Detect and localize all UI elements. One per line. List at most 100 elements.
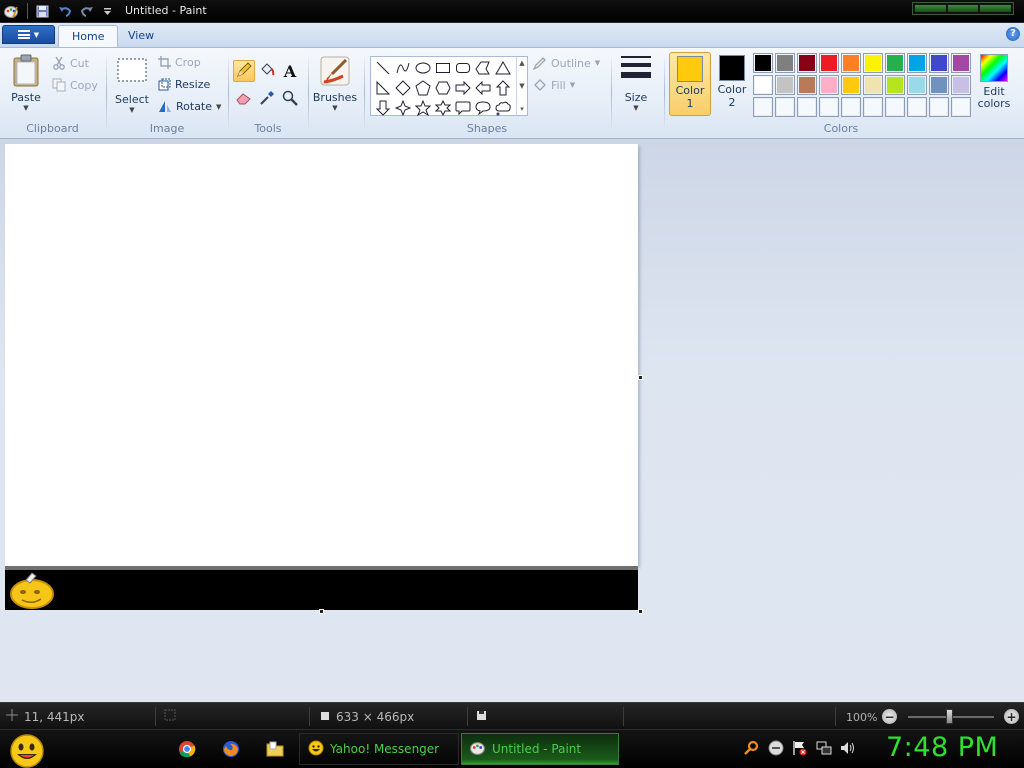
color2-button[interactable]: Color 2 — [713, 52, 751, 116]
start-button[interactable] — [8, 732, 46, 768]
shape-rounded-callout[interactable] — [453, 98, 473, 118]
volume-icon[interactable] — [840, 740, 856, 759]
shape-rounded-rectangle[interactable] — [453, 58, 473, 78]
cloud-callout-icon — [495, 101, 511, 116]
taskbar-yahoo-messenger[interactable]: Yahoo! Messenger — [299, 733, 459, 765]
drawing-canvas[interactable] — [5, 144, 638, 566]
shape-oval[interactable] — [413, 58, 433, 78]
folder-icon[interactable] — [265, 739, 285, 759]
color1-button[interactable]: Color 1 — [669, 52, 711, 116]
palette-color-swatch[interactable] — [841, 75, 861, 95]
messenger-status-icon[interactable] — [768, 740, 784, 759]
palette-color-swatch[interactable] — [775, 75, 795, 95]
zoom-in-button[interactable]: + — [1004, 709, 1019, 724]
resize-handle-bottom[interactable] — [319, 609, 324, 614]
palette-color-swatch[interactable] — [929, 53, 949, 73]
palette-color-swatch[interactable] — [753, 75, 773, 95]
palette-color-swatch[interactable] — [819, 53, 839, 73]
taskbar-clock[interactable]: 7:48 PM — [886, 732, 998, 763]
customize-quick-access-icon[interactable] — [98, 3, 116, 19]
firefox-icon[interactable] — [221, 739, 241, 759]
shape-rectangle[interactable] — [433, 58, 453, 78]
outline-label: Outline — [551, 56, 591, 70]
network-icon[interactable] — [816, 740, 832, 759]
save-icon[interactable] — [33, 3, 51, 19]
tab-view[interactable]: View — [115, 25, 167, 47]
window-controls[interactable] — [912, 2, 1014, 15]
palette-color-swatch[interactable] — [885, 75, 905, 95]
shape-right-triangle[interactable] — [373, 78, 393, 98]
palette-color-swatch[interactable] — [797, 75, 817, 95]
outline-button[interactable]: Outline ▼ — [533, 56, 600, 70]
palette-empty-swatch[interactable] — [885, 97, 905, 117]
palette-color-swatch[interactable] — [841, 53, 861, 73]
palette-color-swatch[interactable] — [863, 75, 883, 95]
gallery-expand-icon[interactable]: ▾ — [520, 105, 524, 113]
shape-triangle[interactable] — [493, 58, 513, 78]
redo-icon[interactable] — [78, 3, 96, 19]
fill-label: Fill — [551, 78, 566, 92]
palette-color-swatch[interactable] — [951, 75, 971, 95]
palette-empty-swatch[interactable] — [797, 97, 817, 117]
canvas-black-strip[interactable] — [5, 566, 638, 610]
palette-empty-swatch[interactable] — [907, 97, 927, 117]
palette-color-swatch[interactable] — [775, 53, 795, 73]
paint-menu-button[interactable]: ▼ — [2, 25, 55, 44]
shape-hexagon[interactable] — [433, 78, 453, 98]
fill-button[interactable]: Fill ▼ — [533, 78, 575, 92]
tab-home[interactable]: Home — [58, 25, 119, 47]
scroll-up-icon[interactable]: ▲ — [519, 59, 524, 67]
shape-oval-callout[interactable] — [473, 98, 493, 118]
palette-color-swatch[interactable] — [907, 75, 927, 95]
shape-four-point-star[interactable] — [393, 98, 413, 118]
scroll-down-icon[interactable]: ▼ — [519, 82, 524, 90]
maximize-button[interactable] — [947, 5, 979, 12]
shape-six-point-star[interactable] — [433, 98, 453, 118]
taskbar-paint[interactable]: Untitled - Paint — [461, 733, 619, 765]
shape-polygon[interactable] — [473, 58, 493, 78]
palette-color-swatch[interactable] — [907, 53, 927, 73]
shape-diamond[interactable] — [393, 78, 413, 98]
shape-cloud-callout[interactable] — [493, 98, 513, 118]
color-palette — [753, 53, 971, 117]
shape-line[interactable] — [373, 58, 393, 78]
palette-color-swatch[interactable] — [797, 53, 817, 73]
palette-empty-swatch[interactable] — [775, 97, 795, 117]
palette-color-swatch[interactable] — [885, 53, 905, 73]
palette-empty-swatch[interactable] — [951, 97, 971, 117]
palette-color-swatch[interactable] — [929, 75, 949, 95]
shape-down-arrow[interactable] — [373, 98, 393, 118]
rounded-rectangle-icon — [456, 63, 470, 73]
palette-color-swatch[interactable] — [951, 53, 971, 73]
minimize-button[interactable] — [915, 5, 946, 12]
palette-empty-swatch[interactable] — [841, 97, 861, 117]
shape-up-arrow[interactable] — [493, 78, 513, 98]
palette-empty-swatch[interactable] — [819, 97, 839, 117]
shape-left-arrow[interactable] — [473, 78, 493, 98]
help-icon[interactable]: ? — [1006, 27, 1020, 41]
resize-handle-right[interactable] — [638, 375, 643, 380]
palette-color-swatch[interactable] — [753, 53, 773, 73]
undo-icon[interactable] — [56, 3, 74, 19]
canvas-workspace[interactable] — [0, 139, 1024, 702]
palette-color-swatch[interactable] — [863, 53, 883, 73]
zoom-out-button[interactable]: − — [882, 709, 897, 724]
paint-app-icon[interactable] — [2, 3, 20, 19]
shape-pentagon[interactable] — [413, 78, 433, 98]
shape-five-point-star[interactable] — [413, 98, 433, 118]
edit-colors-button[interactable]: Edit colors — [976, 54, 1012, 110]
palette-empty-swatch[interactable] — [929, 97, 949, 117]
shape-curve[interactable] — [393, 58, 413, 78]
search-icon[interactable] — [744, 740, 760, 759]
shape-right-arrow[interactable] — [453, 78, 473, 98]
chrome-icon[interactable] — [177, 739, 197, 759]
palette-empty-swatch[interactable] — [863, 97, 883, 117]
action-center-flag-icon[interactable] — [792, 740, 808, 759]
resize-handle-corner[interactable] — [638, 609, 643, 614]
palette-color-swatch[interactable] — [819, 75, 839, 95]
close-button[interactable] — [980, 5, 1012, 12]
zoom-slider-thumb[interactable] — [946, 709, 953, 724]
shapes-scroll[interactable]: ▲ ▼ ▾ — [516, 57, 527, 115]
size-button[interactable]: Size ▼ — [616, 54, 656, 112]
palette-empty-swatch[interactable] — [753, 97, 773, 117]
